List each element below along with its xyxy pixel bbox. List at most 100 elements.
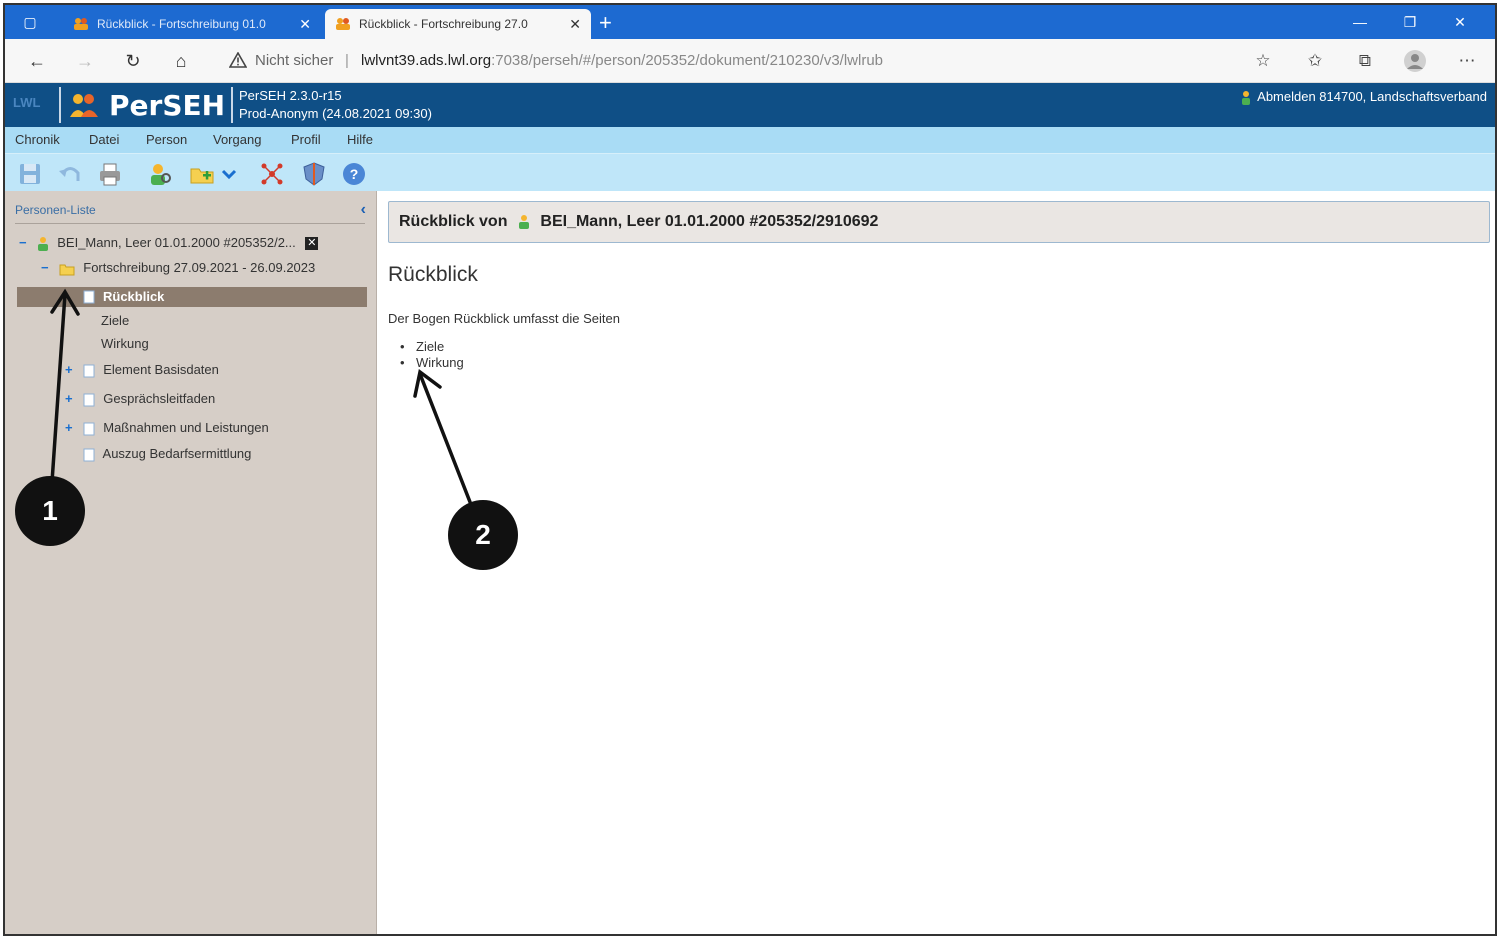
window-controls: — ❐ ✕	[1335, 9, 1485, 35]
profile-icon	[1404, 50, 1426, 72]
minimize-icon[interactable]: —	[1335, 9, 1385, 35]
close-tab-icon[interactable]: ✕	[299, 9, 311, 39]
document-icon	[83, 393, 95, 407]
sidebar: Personen-Liste ‹ − BEI_Mann, Leer 01.01.…	[5, 191, 377, 934]
menu-item-hilfe[interactable]: Hilfe	[347, 132, 373, 147]
tree-node-process[interactable]: − Fortschreibung 27.09.2021 - 26.09.2023	[41, 260, 315, 276]
undo-icon[interactable]	[57, 161, 83, 187]
header-prefix: Rückblick von	[399, 213, 508, 230]
main-content: Rückblick von BEI_Mann, Leer 01.01.2000 …	[378, 191, 1495, 934]
tree-node-gespraechsleitfaden[interactable]: + Gesprächsleitfaden	[65, 391, 215, 407]
browser-tab-title: Rückblick - Fortschreibung 01.0	[97, 17, 266, 31]
tree-node-label: Auszug Bedarfsermittlung	[102, 446, 252, 461]
tree-node-person[interactable]: − BEI_Mann, Leer 01.01.2000 #205352/2...…	[19, 235, 319, 252]
save-icon[interactable]	[17, 161, 43, 187]
tree-node-rueckblick-selected[interactable]: Rückblick	[17, 287, 367, 307]
menu-bar: Chronik Datei Person Vorgang Profil Hilf…	[5, 127, 1495, 153]
network-icon[interactable]	[259, 161, 285, 187]
menu-item-profil[interactable]: Profil	[291, 132, 321, 147]
print-icon[interactable]	[97, 161, 123, 187]
forward-icon[interactable]: →	[73, 49, 97, 73]
tree-node-massnahmen[interactable]: + Maßnahmen und Leistungen	[65, 420, 269, 436]
browser-tab-2[interactable]: Rückblick - Fortschreibung 27.0 ✕	[325, 9, 591, 39]
sidebar-divider	[15, 223, 365, 224]
help-icon[interactable]: ?	[341, 161, 367, 187]
tree-node-label: Element Basisdaten	[103, 362, 219, 377]
user-icon	[1242, 90, 1251, 105]
environment-label: Prod-Anonym (24.08.2021 09:30)	[239, 106, 432, 121]
favorites-icon[interactable]: ✩	[1303, 49, 1327, 73]
perseh-logo-icon	[70, 94, 98, 117]
close-tab-icon[interactable]: ✕	[569, 9, 581, 39]
person-search-icon[interactable]	[147, 161, 173, 187]
add-folder-icon[interactable]	[189, 161, 215, 187]
tree-node-label: Rückblick	[103, 289, 165, 304]
address-bar: ← → ↻ ⌂ Nicht sicher | lwlvnt39.ads.lwl.…	[5, 39, 1495, 83]
tree-node-label: Fortschreibung 27.09.2021 - 26.09.2023	[83, 260, 316, 275]
logout-label: Abmelden 814700, Landschaftsverband	[1257, 89, 1487, 104]
url-text: lwlvnt39.ads.lwl.org:7038/perseh/#/perso…	[361, 45, 883, 77]
more-icon[interactable]: ⋯	[1455, 49, 1479, 73]
document-icon	[83, 364, 95, 378]
document-header: Rückblick von BEI_Mann, Leer 01.01.2000 …	[388, 201, 1490, 243]
window-menu-icon[interactable]: ▢	[19, 11, 41, 33]
page-title: Rückblick	[388, 263, 478, 286]
menu-item-datei[interactable]: Datei	[89, 132, 119, 147]
list-item-ziele[interactable]: Ziele	[388, 339, 464, 355]
url-field[interactable]: Nicht sicher | lwlvnt39.ads.lwl.org:7038…	[217, 45, 1297, 77]
browser-tab-title: Rückblick - Fortschreibung 27.0	[359, 17, 528, 31]
menu-item-chronik[interactable]: Chronik	[15, 132, 60, 147]
version-info: PerSEH 2.3.0-r15 Prod-Anonym (24.08.2021…	[239, 87, 432, 123]
shield-icon[interactable]	[301, 161, 327, 187]
expand-icon[interactable]: +	[65, 391, 79, 406]
tree-node-element-basisdaten[interactable]: + Element Basisdaten	[65, 362, 219, 378]
close-person-icon[interactable]: ✕	[305, 237, 319, 251]
tree-node-label: BEI_Mann, Leer 01.01.2000 #205352/2...	[57, 235, 296, 250]
back-icon[interactable]: ←	[25, 49, 49, 73]
sidebar-heading: Personen-Liste	[15, 203, 96, 217]
perseh-favicon-icon	[74, 18, 88, 30]
collapse-sidebar-icon[interactable]: ‹	[361, 201, 366, 219]
page-description: Der Bogen Rückblick umfasst die Seiten	[388, 311, 620, 326]
logout-link[interactable]: Abmelden 814700, Landschaftsverband	[1241, 89, 1487, 106]
person-icon	[37, 236, 48, 251]
tree-node-label: Gesprächsleitfaden	[103, 391, 216, 406]
header-divider	[59, 87, 61, 123]
tree-node-wirkung[interactable]: Wirkung	[101, 336, 149, 351]
expand-icon[interactable]: +	[65, 420, 79, 435]
menu-item-person[interactable]: Person	[146, 132, 187, 147]
tab-strip: ▢ Rückblick - Fortschreibung 01.0 ✕ Rück…	[5, 5, 1495, 39]
collapse-icon[interactable]: −	[19, 235, 33, 250]
dropdown-chevron-icon[interactable]	[219, 161, 239, 187]
header-person: BEI_Mann, Leer 01.01.2000 #205352/291069…	[540, 213, 879, 230]
app-title: PerSEH	[109, 89, 226, 122]
menu-item-vorgang[interactable]: Vorgang	[213, 132, 261, 147]
document-icon	[83, 448, 95, 462]
perseh-favicon-icon	[336, 18, 350, 30]
reload-icon[interactable]: ↻	[121, 49, 145, 73]
tree-node-ziele[interactable]: Ziele	[101, 313, 129, 328]
collections-icon[interactable]: ⧉	[1353, 49, 1377, 73]
browser-tab-1[interactable]: Rückblick - Fortschreibung 01.0 ✕	[63, 9, 321, 39]
profile-avatar[interactable]	[1403, 49, 1427, 73]
expand-icon[interactable]: +	[65, 362, 79, 377]
close-window-icon[interactable]: ✕	[1435, 9, 1485, 35]
tree-node-auszug-bedarfsermittlung[interactable]: Auszug Bedarfsermittlung	[65, 446, 251, 462]
version-label: PerSEH 2.3.0-r15	[239, 88, 342, 103]
new-tab-button[interactable]: +	[599, 9, 612, 37]
document-icon	[83, 290, 95, 304]
browser-window: ▢ Rückblick - Fortschreibung 01.0 ✕ Rück…	[3, 3, 1497, 936]
document-icon	[83, 422, 95, 436]
list-item-wirkung[interactable]: Wirkung	[388, 355, 464, 371]
warning-icon	[229, 52, 247, 68]
home-icon[interactable]: ⌂	[169, 49, 193, 73]
page-list: Ziele Wirkung	[388, 339, 464, 371]
tree-node-label: Maßnahmen und Leistungen	[103, 420, 269, 435]
app-header: LWL PerSEH PerSEH 2.3.0-r15 Prod-Anonym …	[5, 83, 1495, 127]
person-icon	[518, 214, 529, 229]
callout-1: 1	[15, 476, 85, 546]
restore-icon[interactable]: ❐	[1385, 9, 1435, 35]
url-separator: |	[345, 52, 349, 69]
add-favorite-icon[interactable]: ☆	[1251, 49, 1275, 73]
collapse-icon[interactable]: −	[41, 260, 55, 275]
